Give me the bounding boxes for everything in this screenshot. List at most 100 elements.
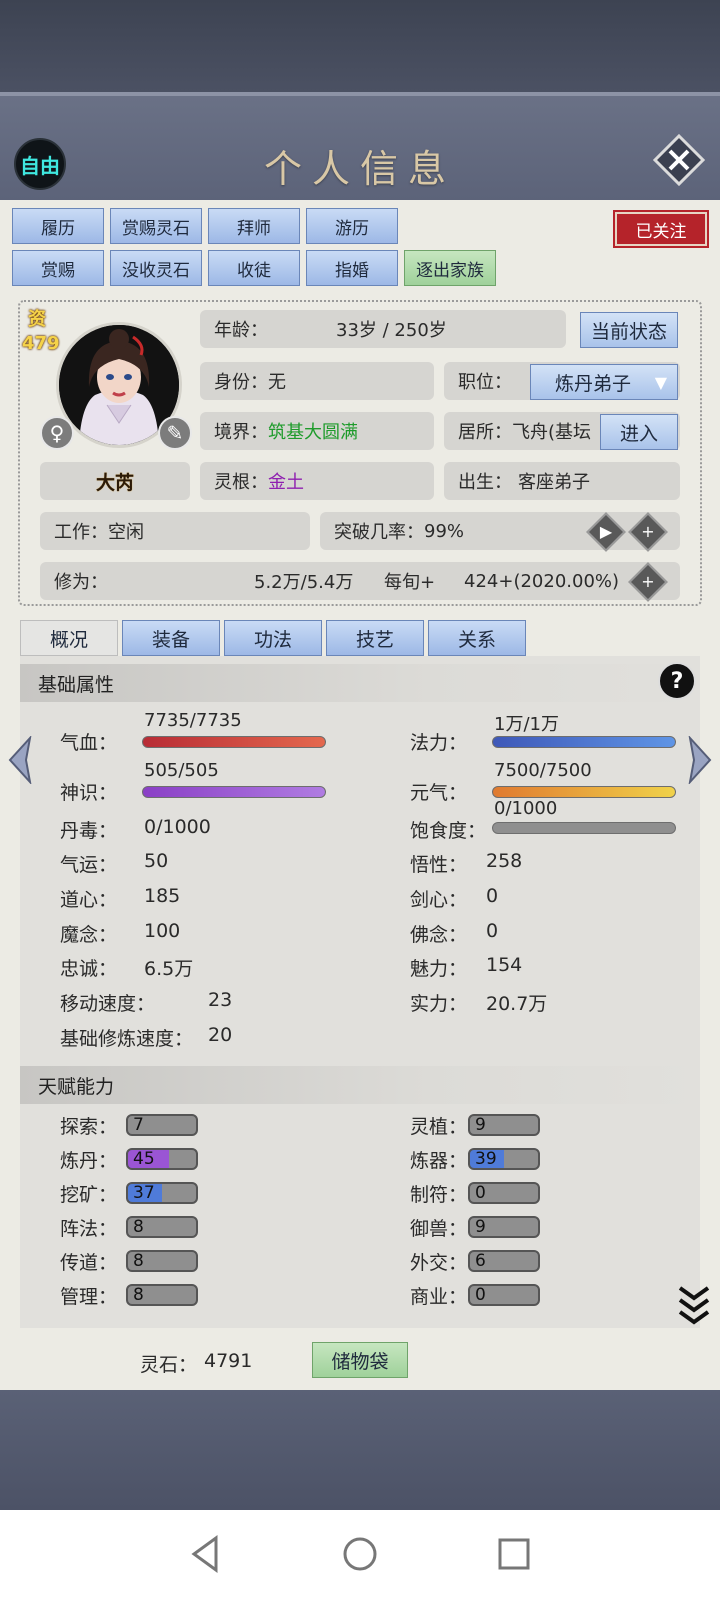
system-nav-bar <box>0 1510 720 1600</box>
talent-bar: 0 <box>468 1284 540 1306</box>
talent-label: 传道： <box>60 1252 118 1274</box>
close-icon[interactable] <box>653 134 705 186</box>
talent-label: 挖矿： <box>60 1184 118 1206</box>
tab-overview[interactable]: 概况 <box>20 620 118 656</box>
talent-bar: 8 <box>126 1284 198 1306</box>
breakthrough-value: 99% <box>424 520 465 542</box>
page-title: 个人信息 <box>263 147 456 191</box>
followed-badge[interactable]: 已关注 <box>615 212 707 246</box>
spirit-root-label: 灵根： <box>214 472 268 493</box>
realm-label: 境界： <box>214 422 268 443</box>
talent-label: 制符： <box>410 1184 468 1206</box>
hp-bar <box>142 736 326 748</box>
age-value: 33岁 / 250岁 <box>336 320 447 341</box>
talent-bar: 7 <box>126 1114 198 1136</box>
talent-bar: 45 <box>126 1148 198 1170</box>
reward-button[interactable]: 赏赐 <box>12 250 104 286</box>
talent-bar: 9 <box>468 1114 540 1136</box>
character-name[interactable]: 大芮 <box>40 462 190 500</box>
arrange-marriage-button[interactable]: 指婚 <box>306 250 398 286</box>
next-character-icon[interactable] <box>686 736 714 784</box>
sense-bar <box>142 786 326 798</box>
stat-label: 道心： <box>60 889 118 911</box>
qualification-value: 479 <box>22 333 60 354</box>
apprentice-to-button[interactable]: 拜师 <box>208 208 300 244</box>
talent-bar: 6 <box>468 1250 540 1272</box>
birth-value: 客座弟子 <box>518 472 590 493</box>
tab-techniques[interactable]: 功法 <box>224 620 322 656</box>
identity-field: 身份： 无 <box>200 362 434 400</box>
stat-label: 实力： <box>410 993 468 1015</box>
qualification-badge: 资 479 <box>22 308 60 356</box>
storage-bag-button[interactable]: 储物袋 <box>312 1342 408 1378</box>
mana-bar <box>492 736 676 748</box>
cultivation-label: 修为： <box>54 572 108 593</box>
recents-icon[interactable] <box>492 1532 536 1576</box>
hp-label: 气血： <box>60 732 118 754</box>
talent-label: 御兽： <box>410 1218 468 1240</box>
tab-skills[interactable]: 技艺 <box>326 620 424 656</box>
stat-label: 忠诚： <box>60 958 118 980</box>
tab-relations[interactable]: 关系 <box>428 620 526 656</box>
talent-bar: 8 <box>126 1250 198 1272</box>
spirit-stone-value: 4791 <box>204 1350 253 1372</box>
residence-label: 居所： <box>458 422 512 443</box>
stat-value: 0/1000 <box>144 816 211 838</box>
talent-label: 商业： <box>410 1286 468 1308</box>
work-field: 工作： 空闲 <box>40 512 310 550</box>
talent-label: 探索： <box>60 1116 118 1138</box>
overview-content[interactable]: 基础属性 ? 气血： 7735/7735 法力： 1万/1万 神识： 505/5… <box>20 656 700 1328</box>
qualification-label: 资 <box>28 309 46 330</box>
stat-value: 20.7万 <box>486 993 548 1015</box>
enter-button[interactable]: 进入 <box>600 414 678 450</box>
footer-band <box>0 1390 720 1510</box>
tab-equipment[interactable]: 装备 <box>122 620 220 656</box>
travel-button[interactable]: 游历 <box>306 208 398 244</box>
stat-label: 基础修炼速度： <box>60 1028 194 1050</box>
stat-value: 258 <box>486 850 523 872</box>
position-value: 炼丹弟子 <box>555 372 632 395</box>
current-status-button[interactable]: 当前状态 <box>580 312 678 348</box>
talent-label: 炼丹： <box>60 1150 118 1172</box>
spirit-stone-label: 灵石： <box>140 1354 198 1376</box>
mana-value: 1万/1万 <box>494 714 559 735</box>
sense-label: 神识： <box>60 782 118 804</box>
talent-label: 管理： <box>60 1286 118 1308</box>
reward-stones-button[interactable]: 赏赐灵石 <box>110 208 202 244</box>
cultivation-value: 5.2万/5.4万 <box>254 572 354 593</box>
mana-label: 法力： <box>410 732 468 754</box>
confiscate-stones-button[interactable]: 没收灵石 <box>110 250 202 286</box>
stat-label: 移动速度： <box>60 993 156 1015</box>
home-icon[interactable] <box>338 1532 382 1576</box>
birth-field: 出生： 客座弟子 <box>444 462 680 500</box>
quill-icon[interactable]: ✎ <box>158 416 192 450</box>
scroll-down-icon[interactable] <box>676 1284 712 1328</box>
per-turn-value: 424+(2020.00%) <box>464 570 620 592</box>
identity-label: 身份： <box>214 372 268 393</box>
back-icon[interactable] <box>184 1532 228 1576</box>
status-bar-area <box>0 0 720 92</box>
talent-bar: 0 <box>468 1182 540 1204</box>
breakthrough-label: 突破几率： <box>334 522 424 543</box>
stat-value: 154 <box>486 954 523 976</box>
identity-value: 无 <box>268 372 286 393</box>
basic-attributes-header: 基础属性 <box>20 664 700 702</box>
position-dropdown[interactable]: 炼丹弟子 ▼ <box>530 364 678 400</box>
take-disciple-button[interactable]: 收徒 <box>208 250 300 286</box>
talent-bar: 39 <box>468 1148 540 1170</box>
prev-character-icon[interactable] <box>6 736 34 784</box>
sense-value: 505/505 <box>144 760 219 781</box>
history-button[interactable]: 履历 <box>12 208 104 244</box>
stat-value: 23 <box>208 989 233 1011</box>
age-field: 年龄： 33岁 / 250岁 <box>200 310 566 348</box>
realm-field: 境界： 筑基大圆满 <box>200 412 434 450</box>
realm-value: 筑基大圆满 <box>268 422 358 443</box>
bottom-bar: 灵石： 4791 储物袋 <box>0 1328 720 1390</box>
residence-value: 飞舟(基坛 <box>512 422 592 443</box>
help-icon[interactable]: ? <box>658 662 696 700</box>
stat-label: 悟性： <box>410 854 468 876</box>
stat-value: 185 <box>144 885 181 907</box>
expel-button[interactable]: 逐出家族 <box>404 250 496 286</box>
stat-value: 6.5万 <box>144 958 194 980</box>
age-label: 年龄： <box>214 320 268 341</box>
